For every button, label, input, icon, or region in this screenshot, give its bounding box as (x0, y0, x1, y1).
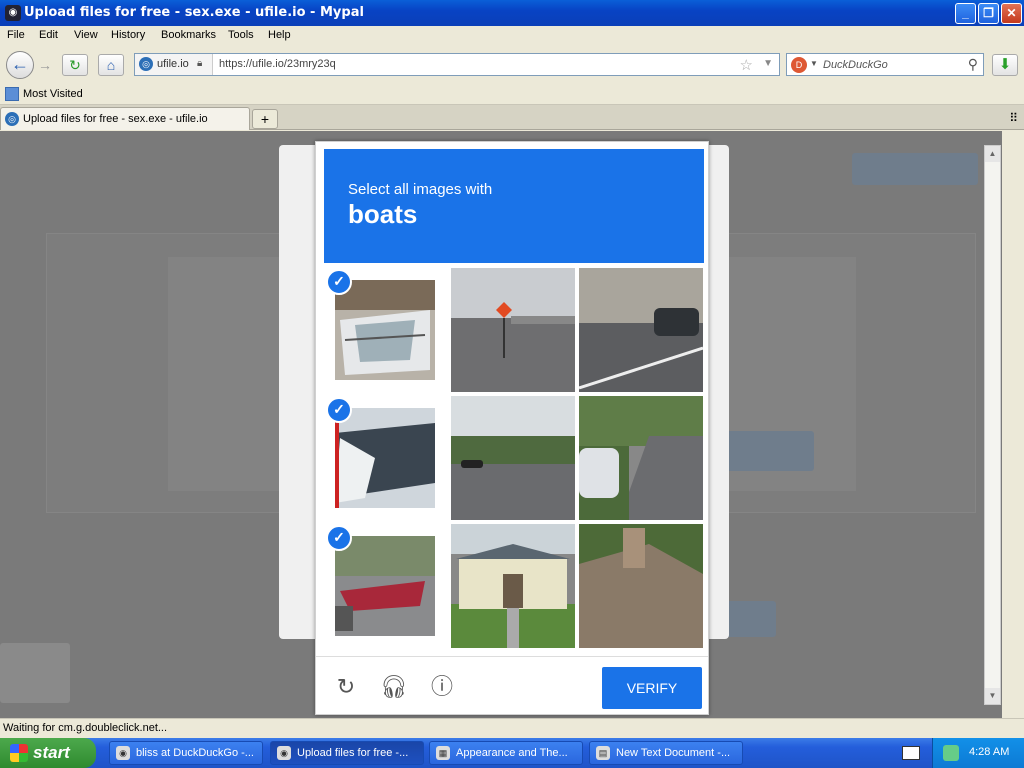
tab-favicon-icon: ◎ (5, 112, 19, 126)
task-label: bliss at DuckDuckGo -... (136, 747, 254, 759)
most-visited-bookmark[interactable]: Most Visited (23, 88, 83, 100)
captcha-tile-3[interactable] (579, 268, 703, 392)
duckduckgo-icon: D (791, 57, 807, 73)
new-tab-button[interactable]: + (252, 109, 278, 129)
menu-edit[interactable]: Edit (39, 29, 58, 41)
scroll-up-icon[interactable]: ▲ (985, 146, 1000, 162)
captcha-challenge: Select all images with boats ✓ ✓ ✓ ↻ 🎧︎ … (315, 141, 709, 715)
menu-view[interactable]: View (74, 29, 98, 41)
tile-7-check-icon: ✓ (326, 525, 352, 551)
ufile-logo-icon: ◎ (139, 57, 153, 71)
bookmark-folder-icon (5, 87, 19, 101)
notepad-icon: ▤ (596, 746, 610, 760)
tab-ufile[interactable]: ◎ Upload files for free - sex.exe - ufil… (0, 107, 250, 130)
ghost-register-button (852, 153, 978, 185)
navigation-toolbar: ← → ↻ ⌂ ◎ ufile.io 🔒︎ https://ufile.io/2… (0, 46, 1024, 84)
maximize-button[interactable]: ❐ (978, 3, 999, 24)
status-text: Waiting for cm.g.doubleclick.net... (3, 722, 168, 734)
captcha-instruction: Select all images with (348, 181, 493, 198)
task-label: Upload files for free -... (297, 747, 409, 759)
captcha-tile-8[interactable] (451, 524, 575, 648)
tab-title: Upload files for free - sex.exe - ufile.… (23, 113, 208, 125)
menu-help[interactable]: Help (268, 29, 291, 41)
roof-image (579, 524, 703, 648)
reload-button[interactable]: ↻ (62, 54, 88, 76)
task-ufile[interactable]: ◉ Upload files for free -... (270, 741, 424, 765)
start-label: start (33, 743, 70, 762)
site-name: ufile.io (157, 58, 189, 70)
task-duckduckgo[interactable]: ◉ bliss at DuckDuckGo -... (109, 741, 263, 765)
task-label: New Text Document -... (616, 747, 731, 759)
menu-history[interactable]: History (111, 29, 145, 41)
bookmark-star-icon[interactable]: ☆ (740, 56, 753, 74)
tab-list-icon[interactable]: ⠿ (1009, 111, 1018, 125)
url-text[interactable]: https://ufile.io/23mry23q (219, 58, 336, 70)
house-front-image (451, 524, 575, 648)
lock-icon: 🔒︎ (197, 58, 203, 69)
home-button[interactable]: ⌂ (98, 54, 124, 76)
engine-dropdown-icon[interactable]: ▼ (810, 59, 818, 68)
network-icon[interactable] (943, 745, 959, 761)
taskbar: start ◉ bliss at DuckDuckGo -... ◉ Uploa… (0, 738, 1024, 768)
status-bar: Waiting for cm.g.doubleclick.net... (0, 718, 1024, 738)
captcha-target: boats (348, 199, 418, 229)
captcha-tile-5[interactable] (451, 396, 575, 520)
boat-trailer-image (335, 536, 435, 636)
tile-4-check-icon: ✓ (326, 397, 352, 423)
boat-hull-image (335, 408, 435, 508)
captcha-tile-9[interactable] (579, 524, 703, 648)
menu-tools[interactable]: Tools (228, 29, 254, 41)
start-button[interactable]: start (0, 738, 96, 768)
menu-bar: File Edit View History Bookmarks Tools H… (0, 26, 1024, 46)
window-titlebar: ◉ Upload files for free - sex.exe - ufil… (0, 0, 1024, 26)
url-dropdown-icon[interactable]: ▼ (763, 58, 773, 69)
mypal-icon: ◉ (116, 746, 130, 760)
suburban-street-image (579, 396, 703, 520)
boat-deck-image (335, 280, 435, 380)
mypal-icon: ◉ (5, 5, 21, 21)
task-label: Appearance and The... (456, 747, 568, 759)
road-trees-image (451, 396, 575, 520)
task-notepad[interactable]: ▤ New Text Document -... (589, 741, 743, 765)
close-button[interactable]: ✕ (1001, 3, 1022, 24)
minimize-button[interactable]: _ (955, 3, 976, 24)
captcha-tile-6[interactable] (579, 396, 703, 520)
clock[interactable]: 4:28 AM (969, 746, 1009, 758)
street-car-image (579, 268, 703, 392)
control-panel-icon: ▦ (436, 746, 450, 760)
search-placeholder: DuckDuckGo (823, 59, 888, 71)
info-icon[interactable]: ⓘ (428, 673, 456, 701)
search-box[interactable]: D ▼ DuckDuckGo ⚲ (786, 53, 984, 76)
system-tray: 4:28 AM (932, 738, 1024, 768)
task-appearance[interactable]: ▦ Appearance and The... (429, 741, 583, 765)
recaptcha-badge (0, 643, 70, 703)
search-icon[interactable]: ⚲ (968, 56, 978, 73)
verify-button[interactable]: VERIFY (602, 667, 702, 709)
menu-bookmarks[interactable]: Bookmarks (161, 29, 216, 41)
forward-button[interactable]: → (36, 56, 54, 74)
bookmarks-toolbar: Most Visited (0, 84, 1024, 105)
captcha-footer: ↻ 🎧︎ ⓘ VERIFY (316, 656, 708, 714)
back-button[interactable]: ← (6, 51, 34, 79)
site-identity[interactable]: ◎ ufile.io 🔒︎ (135, 54, 213, 75)
tab-strip: ◎ Upload files for free - sex.exe - ufil… (0, 105, 1024, 130)
window-title: Upload files for free - sex.exe - ufile.… (24, 5, 364, 20)
menu-file[interactable]: File (7, 29, 25, 41)
mypal-icon: ◉ (277, 746, 291, 760)
download-icon[interactable]: ⬇ (992, 54, 1018, 76)
tile-1-check-icon: ✓ (326, 269, 352, 295)
captcha-header: Select all images with boats (324, 149, 704, 263)
captcha-tile-2[interactable] (451, 268, 575, 392)
page-scrollbar[interactable]: ▲ ▼ (984, 145, 1001, 705)
keyboard-icon[interactable] (902, 746, 920, 760)
windows-flag-icon (10, 744, 28, 762)
url-bar[interactable]: ◎ ufile.io 🔒︎ https://ufile.io/23mry23q … (134, 53, 780, 76)
reload-challenge-icon[interactable]: ↻ (332, 673, 360, 701)
road-sign-image (451, 268, 575, 392)
audio-challenge-icon[interactable]: 🎧︎ (380, 673, 408, 701)
scroll-down-icon[interactable]: ▼ (985, 688, 1000, 704)
